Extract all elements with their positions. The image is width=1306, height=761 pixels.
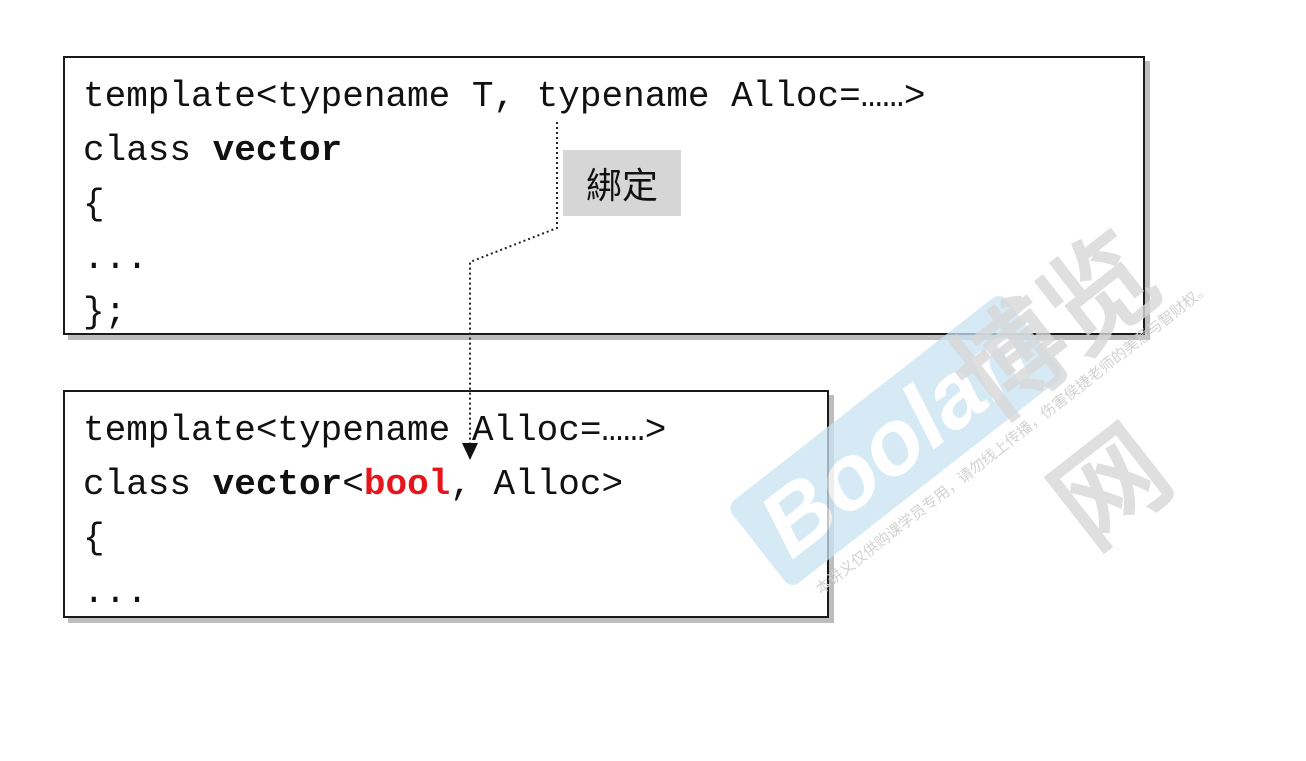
spec-line-1: template<typename Alloc=……> bbox=[83, 410, 667, 451]
class-name-vector: vector bbox=[212, 130, 343, 171]
code-line-5: }; bbox=[83, 292, 127, 333]
spec-line-3: { bbox=[83, 518, 105, 559]
spec-line-2-prefix: class bbox=[83, 464, 213, 505]
partial-specialization-code: template<typename Alloc=……> class vector… bbox=[83, 404, 666, 620]
spec-line-2-rest: , Alloc> bbox=[450, 464, 624, 505]
spec-class-name-vector: vector bbox=[212, 464, 343, 505]
code-line-3: { bbox=[83, 184, 105, 225]
code-line-1: template<typename T, typename Alloc=……> bbox=[83, 76, 926, 117]
bound-type-bool: bool bbox=[363, 464, 451, 505]
code-line-2-prefix: class bbox=[83, 130, 213, 171]
binding-label: 綁定 bbox=[563, 150, 681, 216]
code-line-4: ... bbox=[83, 238, 148, 279]
spec-line-4: ... bbox=[83, 572, 148, 613]
spec-open-bracket: < bbox=[342, 464, 364, 505]
primary-template-code: template<typename T, typename Alloc=……> … bbox=[83, 70, 926, 340]
partial-specialization-box: template<typename Alloc=……> class vector… bbox=[63, 390, 829, 618]
